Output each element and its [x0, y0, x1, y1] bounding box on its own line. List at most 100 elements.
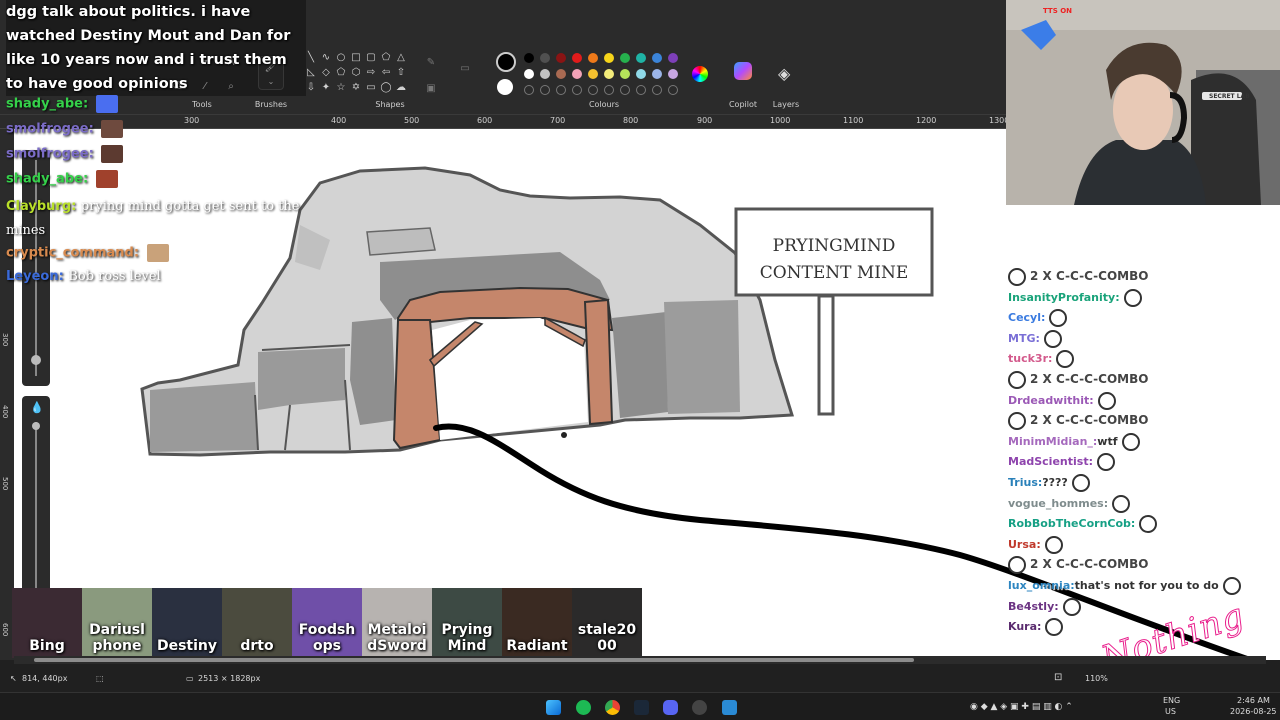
colour-swatch[interactable] — [556, 69, 566, 79]
language[interactable]: ENG — [1163, 696, 1180, 705]
colour-swatch[interactable] — [524, 69, 534, 79]
zoom-level[interactable]: 110% — [1085, 674, 1108, 683]
oval-shape-icon[interactable]: ○ — [335, 52, 347, 64]
spotify-icon[interactable] — [576, 700, 591, 715]
custom-colour-slot[interactable] — [620, 85, 630, 95]
colour-swatch[interactable] — [620, 53, 630, 63]
paint-icon[interactable] — [722, 700, 737, 715]
channel-name: Destiny — [156, 638, 218, 654]
fill-style-icon[interactable]: ▣ — [424, 82, 438, 96]
colour-swatch[interactable] — [636, 69, 646, 79]
channel-tile[interactable]: Metaloi dSword — [362, 588, 432, 658]
star5-shape-icon[interactable]: ☆ — [335, 82, 347, 94]
secondary-colour-swatch[interactable] — [497, 79, 513, 95]
channel-tile[interactable]: Radiant — [502, 588, 572, 658]
tray-icons[interactable]: ◉ ◆ ▲ ◈ ▣ ✚ ▤ ▥ ◐ ⌃ — [970, 702, 1073, 712]
emote-icon — [95, 170, 118, 188]
emote-icon — [1097, 391, 1116, 410]
channel-tile[interactable]: Destiny — [152, 588, 222, 658]
colour-swatch[interactable] — [556, 53, 566, 63]
colour-swatch[interactable] — [604, 69, 614, 79]
colour-swatch[interactable] — [636, 53, 646, 63]
clock-time[interactable]: 2:46 AM — [1237, 696, 1270, 705]
channel-tile[interactable]: Prying Mind — [432, 588, 502, 658]
diamond-shape-icon[interactable]: ◇ — [320, 67, 332, 79]
callout-oval-shape-icon[interactable]: ◯ — [380, 82, 392, 94]
opacity-slider[interactable]: 💧 — [22, 396, 50, 606]
colour-swatch[interactable] — [604, 53, 614, 63]
edit-colours-icon[interactable] — [692, 66, 708, 82]
triangle-shape-icon[interactable]: △ — [395, 52, 407, 64]
start-icon[interactable] — [546, 700, 561, 715]
chat-line: smolfrogee: — [6, 145, 124, 163]
trollface-emote-icon — [1008, 556, 1026, 575]
channel-tile[interactable]: drto — [222, 588, 292, 658]
channel-name: Metaloi dSword — [367, 622, 427, 654]
channel-tile[interactable]: Bing — [12, 588, 82, 658]
layers-icon[interactable]: ◈ — [778, 64, 790, 83]
colour-swatch[interactable] — [668, 53, 678, 63]
chat-line: MadScientist: — [1008, 453, 1119, 472]
horizontal-scrollbar[interactable] — [14, 656, 1266, 664]
custom-colour-slot[interactable] — [572, 85, 582, 95]
scrollbar-thumb[interactable] — [34, 658, 914, 662]
custom-colour-slot[interactable] — [636, 85, 646, 95]
custom-colour-slot[interactable] — [556, 85, 566, 95]
slider-knob[interactable] — [31, 355, 41, 365]
emote-icon — [1071, 474, 1090, 492]
custom-colour-slot[interactable] — [588, 85, 598, 95]
chat-user: vogue_hommes: — [1008, 496, 1109, 510]
primary-colour-swatch[interactable] — [496, 52, 516, 72]
hexagon-shape-icon[interactable]: ⬡ — [350, 67, 362, 79]
chrome-icon[interactable] — [605, 700, 620, 715]
colour-swatch[interactable] — [588, 69, 598, 79]
colour-swatch[interactable] — [588, 53, 598, 63]
shape-size-icon[interactable]: ▭ — [458, 62, 472, 76]
custom-colour-slot[interactable] — [540, 85, 550, 95]
colour-swatch[interactable] — [572, 53, 582, 63]
channel-tile[interactable]: Dariusl phone — [82, 588, 152, 658]
custom-colour-slot[interactable] — [668, 85, 678, 95]
chat-user: Kura: — [1008, 620, 1042, 634]
arrow-up-shape-icon[interactable]: ⇧ — [395, 67, 407, 79]
sign-text: PRYINGMIND CONTENT MINE — [738, 233, 930, 287]
colour-swatch[interactable] — [652, 69, 662, 79]
cloud-shape-icon[interactable]: ☁ — [395, 82, 407, 94]
line-shape-icon[interactable]: ╲ — [305, 52, 317, 64]
colour-swatch[interactable] — [524, 53, 534, 63]
steam-icon[interactable] — [634, 700, 649, 715]
colour-swatch[interactable] — [572, 69, 582, 79]
callout-rect-shape-icon[interactable]: ▭ — [365, 82, 377, 94]
arrow-right-shape-icon[interactable]: ⇨ — [365, 67, 377, 79]
emote-icon — [95, 95, 118, 113]
tools-label: Tools — [192, 100, 212, 109]
custom-colour-slot[interactable] — [524, 85, 534, 95]
polygon-shape-icon[interactable]: ⬠ — [380, 52, 392, 64]
outline-icon[interactable]: ✎ — [424, 56, 438, 70]
right-triangle-shape-icon[interactable]: ◺ — [305, 67, 317, 79]
arrow-down-shape-icon[interactable]: ⇩ — [305, 82, 317, 94]
curve-shape-icon[interactable]: ∿ — [320, 52, 332, 64]
custom-colour-slot[interactable] — [652, 85, 662, 95]
discord-icon[interactable] — [663, 700, 678, 715]
obs-icon[interactable] — [692, 700, 707, 715]
chair-brand: SECRET LAB — [1209, 93, 1250, 100]
sign-post — [817, 294, 835, 416]
colour-swatch[interactable] — [540, 53, 550, 63]
channel-tile[interactable]: Foodsh ops — [292, 588, 362, 658]
colour-swatch[interactable] — [652, 53, 662, 63]
star6-shape-icon[interactable]: ✡ — [350, 82, 362, 94]
colour-swatch[interactable] — [540, 69, 550, 79]
pentagon-shape-icon[interactable]: ⬠ — [335, 67, 347, 79]
rectangle-shape-icon[interactable]: □ — [350, 52, 362, 64]
rounded-rect-shape-icon[interactable]: ▢ — [365, 52, 377, 64]
channel-tile[interactable]: stale20 00 — [572, 588, 642, 658]
copilot-icon[interactable] — [734, 62, 752, 80]
star4-shape-icon[interactable]: ✦ — [320, 82, 332, 94]
colour-swatch[interactable] — [620, 69, 630, 79]
fit-to-window-icon[interactable]: ⊡ — [1054, 672, 1062, 683]
arrow-left-shape-icon[interactable]: ⇦ — [380, 67, 392, 79]
custom-colour-slot[interactable] — [604, 85, 614, 95]
slider-knob[interactable] — [32, 422, 40, 430]
colour-swatch[interactable] — [668, 69, 678, 79]
